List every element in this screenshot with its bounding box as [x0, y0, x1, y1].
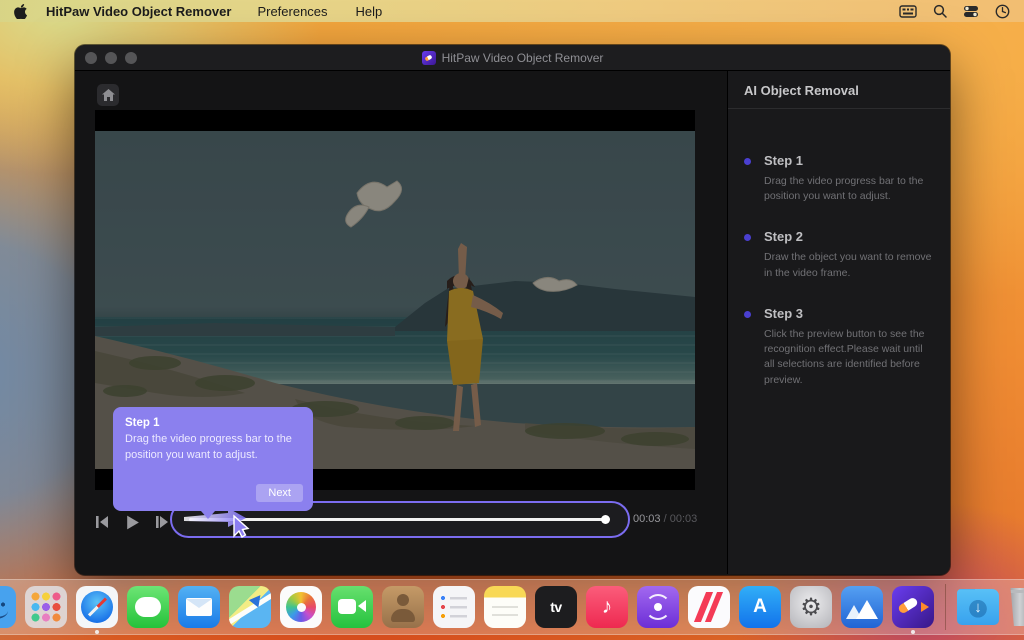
menu-item-help[interactable]: Help — [356, 4, 383, 19]
trash-icon — [1008, 588, 1024, 626]
dock-item-mail[interactable] — [178, 586, 220, 628]
mountain-app-icon — [841, 586, 883, 628]
next-button[interactable]: Next — [256, 484, 303, 502]
step-title: Step 3 — [764, 306, 932, 321]
previous-frame-button[interactable] — [93, 512, 111, 532]
finder-icon — [0, 586, 16, 628]
appstore-icon: A — [739, 586, 781, 628]
dock-item-mountain-app[interactable] — [841, 586, 883, 628]
letterbox-top — [95, 110, 695, 131]
instructions-sidebar: AI Object Removal Step 1 Drag the video … — [727, 71, 950, 574]
total-time: 00:03 — [670, 513, 698, 525]
window-title: HitPaw Video Object Remover — [442, 51, 604, 65]
time-display: 00:03 / 00:03 — [633, 513, 697, 525]
dock-item-safari[interactable] — [76, 586, 118, 628]
dock-item-launchpad[interactable] — [25, 586, 67, 628]
input-source-icon[interactable] — [899, 5, 917, 18]
app-window: HitPaw Video Object Remover — [75, 45, 950, 575]
search-icon[interactable] — [933, 4, 947, 18]
tooltip-tail — [201, 511, 215, 519]
reminders-icon — [433, 586, 475, 628]
step-desc: Click the preview button to see the reco… — [764, 327, 932, 388]
bullet-icon — [744, 234, 751, 241]
news-icon — [688, 586, 730, 628]
music-icon: ♪ — [586, 586, 628, 628]
transport-controls — [93, 507, 171, 537]
step-item-3: Step 3 Click the preview button to see t… — [728, 306, 950, 388]
mail-icon — [178, 586, 220, 628]
dock-item-settings[interactable]: ⚙ — [790, 586, 832, 628]
dock-item-news[interactable] — [688, 586, 730, 628]
podcasts-icon — [637, 586, 679, 628]
notes-icon — [484, 586, 526, 628]
step-title: Step 1 — [764, 153, 932, 168]
dock-item-facetime[interactable] — [331, 586, 373, 628]
minimize-button[interactable] — [105, 52, 117, 64]
time-separator: / — [661, 513, 670, 525]
running-indicator — [911, 630, 915, 634]
contacts-icon — [382, 586, 424, 628]
clock-icon[interactable] — [995, 4, 1010, 19]
bullet-icon — [744, 311, 751, 318]
settings-icon: ⚙ — [790, 586, 832, 628]
step-item-1: Step 1 Drag the video progress bar to th… — [728, 153, 950, 204]
menu-bar: HitPaw Video Object Remover Preferences … — [0, 0, 1024, 22]
dock-item-reminders[interactable] — [433, 586, 475, 628]
running-indicator — [95, 630, 99, 634]
dock-item-photos[interactable] — [280, 586, 322, 628]
dock-item-hitpaw[interactable] — [892, 586, 934, 628]
downloads-icon: ↓ — [957, 589, 999, 625]
facetime-icon — [331, 586, 373, 628]
dock-item-appletv[interactable]: tv — [535, 586, 577, 628]
menu-app-name[interactable]: HitPaw Video Object Remover — [46, 4, 231, 19]
current-time: 00:03 — [633, 513, 661, 525]
step-tooltip: Step 1 Drag the video progress bar to th… — [113, 407, 313, 511]
maps-icon — [229, 586, 271, 628]
play-icon — [124, 514, 141, 531]
dock-item-finder[interactable] — [0, 586, 16, 628]
appletv-icon: tv — [535, 586, 577, 628]
dock-item-trash[interactable] — [1008, 586, 1024, 628]
sidebar-title: AI Object Removal — [728, 71, 950, 109]
next-frame-icon — [154, 514, 170, 530]
dock-item-messages[interactable] — [127, 586, 169, 628]
launchpad-icon — [25, 586, 67, 628]
dock: tv♪ A⚙ ↓ — [0, 579, 1024, 635]
next-frame-button[interactable] — [153, 512, 171, 532]
window-app-icon — [422, 51, 436, 65]
dock-item-appstore[interactable]: A — [739, 586, 781, 628]
menu-item-preferences[interactable]: Preferences — [257, 4, 327, 19]
tooltip-title: Step 1 — [125, 417, 301, 429]
step-desc: Drag the video progress bar to the posit… — [764, 174, 932, 204]
tooltip-body: Drag the video progress bar to the posit… — [125, 432, 301, 464]
step-item-2: Step 2 Draw the object you want to remov… — [728, 229, 950, 280]
zoom-button[interactable] — [125, 52, 137, 64]
apple-menu-icon[interactable] — [14, 3, 28, 19]
step-desc: Draw the object you want to remove in th… — [764, 250, 932, 280]
previous-frame-icon — [94, 514, 110, 530]
dock-item-downloads[interactable]: ↓ — [957, 586, 999, 628]
dock-divider — [945, 584, 946, 630]
dock-item-maps[interactable] — [229, 586, 271, 628]
home-button[interactable] — [97, 84, 119, 106]
dock-item-notes[interactable] — [484, 586, 526, 628]
photos-icon — [280, 586, 322, 628]
window-titlebar[interactable]: HitPaw Video Object Remover — [75, 45, 950, 71]
messages-icon — [127, 586, 169, 628]
close-button[interactable] — [85, 52, 97, 64]
play-button[interactable] — [123, 512, 141, 532]
hitpaw-icon — [892, 586, 934, 628]
home-icon — [102, 89, 115, 101]
bullet-icon — [744, 158, 751, 165]
dock-item-podcasts[interactable] — [637, 586, 679, 628]
control-center-icon[interactable] — [963, 5, 979, 18]
playhead-knob[interactable] — [601, 515, 610, 524]
dock-item-music[interactable]: ♪ — [586, 586, 628, 628]
step-title: Step 2 — [764, 229, 932, 244]
safari-icon — [76, 586, 118, 628]
dock-item-contacts[interactable] — [382, 586, 424, 628]
editor-pane: Step 1 Drag the video progress bar to th… — [75, 71, 727, 574]
